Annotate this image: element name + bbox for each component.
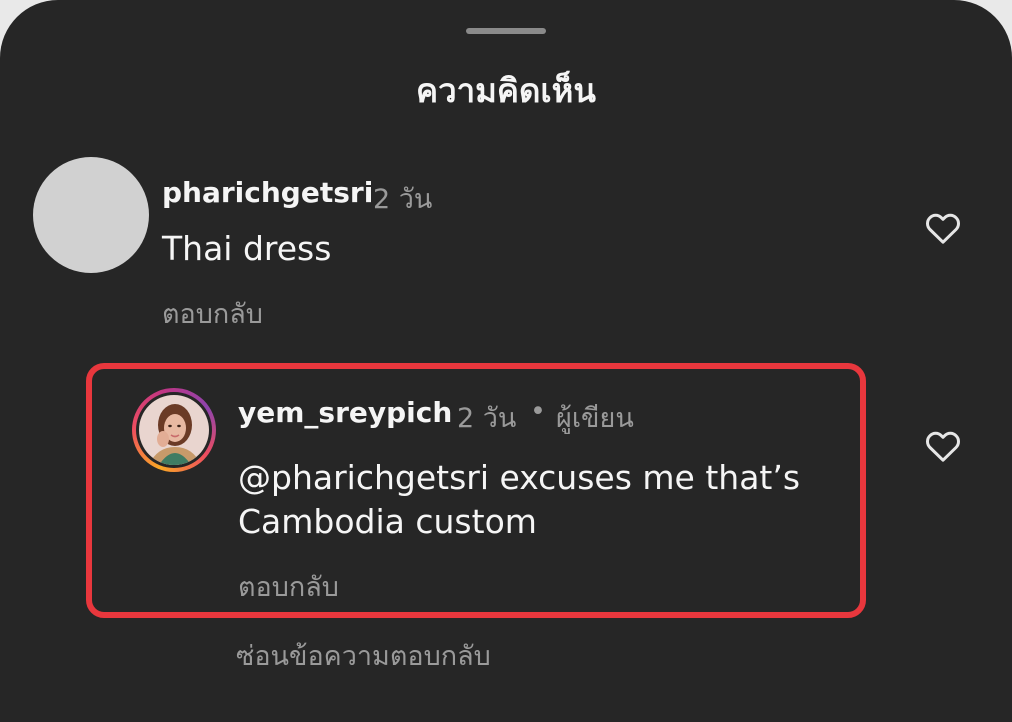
drag-handle[interactable] <box>466 28 546 34</box>
story-avatar-ring[interactable] <box>132 388 216 472</box>
reply-button[interactable]: ตอบกลับ <box>162 292 263 335</box>
heart-outline-icon[interactable] <box>922 426 964 466</box>
reply-time: 2 วัน <box>457 403 517 434</box>
avatar <box>139 395 209 465</box>
comment-text: Thai dress <box>162 229 332 268</box>
reply-username[interactable]: yem_sreypich <box>238 396 452 429</box>
sheet-title: ความคิดเห็น <box>416 71 596 110</box>
comment-username[interactable]: pharichgetsri <box>162 176 373 209</box>
comment-time: 2 วัน <box>373 184 433 215</box>
meta-separator: • <box>530 396 546 427</box>
mention-link[interactable]: @pharichgetsri <box>238 458 489 497</box>
hide-replies-button[interactable]: ซ่อนข้อความตอบกลับ <box>236 634 491 677</box>
reply-text-line2: Cambodia custom <box>238 502 537 541</box>
avatar[interactable] <box>33 157 149 273</box>
reply-text: @pharichgetsri excuses me that’s <box>238 455 800 500</box>
reply-text-line1: excuses me that’s <box>489 458 801 497</box>
reply-button[interactable]: ตอบกลับ <box>238 565 339 608</box>
heart-outline-icon[interactable] <box>922 208 964 248</box>
comments-sheet: ความคิดเห็น pharichgetsri 2 วัน Thai dre… <box>0 0 1012 722</box>
author-badge: ผู้เขียน <box>556 403 634 434</box>
